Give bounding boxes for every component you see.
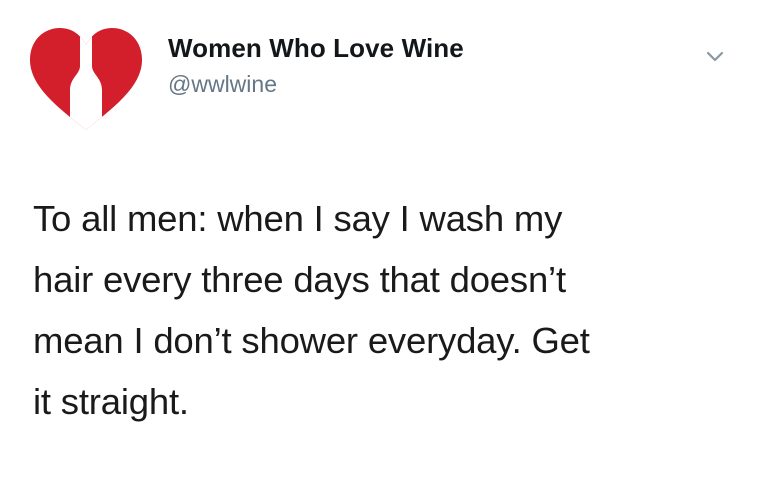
tweet-text: To all men: when I say I wash my hair ev…	[33, 188, 733, 432]
tweet-text-line: hair every three days that doesn’t	[33, 259, 566, 300]
author-info: Women Who Love Wine @wwlwine	[168, 32, 464, 98]
display-name[interactable]: Women Who Love Wine	[168, 32, 464, 64]
more-options-button[interactable]	[702, 44, 728, 70]
chevron-down-icon	[706, 51, 724, 62]
account-handle[interactable]: @wwlwine	[168, 70, 464, 98]
avatar[interactable]	[22, 18, 150, 136]
tweet-text-line: mean I don’t shower everyday. Get	[33, 320, 590, 361]
tweet-text-line: To all men: when I say I wash my	[33, 198, 563, 239]
tweet-text-line: it straight.	[33, 381, 189, 422]
tweet-card: Women Who Love Wine @wwlwine To all men:…	[0, 0, 760, 487]
wine-bottle-heart-logo-icon	[30, 28, 142, 130]
